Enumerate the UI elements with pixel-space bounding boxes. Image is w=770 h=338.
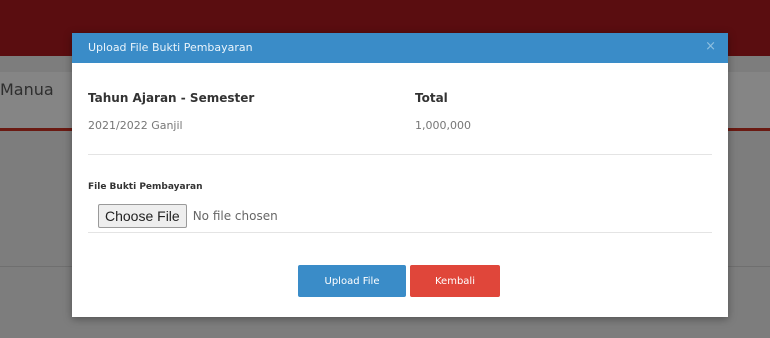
close-icon[interactable]: × bbox=[705, 39, 716, 54]
modal-header: Upload File Bukti Pembayaran × bbox=[72, 33, 728, 63]
file-status-text: No file chosen bbox=[192, 209, 278, 223]
file-field-divider bbox=[88, 232, 712, 233]
back-button[interactable]: Kembali bbox=[410, 265, 500, 297]
academic-year-value: 2021/2022 Ganjil bbox=[88, 119, 183, 132]
academic-year-label: Tahun Ajaran - Semester bbox=[88, 91, 255, 105]
upload-file-button[interactable]: Upload File bbox=[298, 265, 406, 297]
section-divider bbox=[88, 154, 712, 155]
total-value: 1,000,000 bbox=[415, 119, 471, 132]
choose-file-button[interactable]: Choose File bbox=[98, 204, 187, 228]
file-input[interactable]: Choose File No file chosen bbox=[98, 204, 278, 228]
total-label: Total bbox=[415, 91, 448, 105]
modal-title: Upload File Bukti Pembayaran bbox=[88, 41, 253, 54]
background-page-title: Manua bbox=[0, 80, 54, 99]
file-field-label: File Bukti Pembayaran bbox=[88, 182, 203, 192]
upload-modal: Upload File Bukti Pembayaran × Tahun Aja… bbox=[72, 33, 728, 317]
